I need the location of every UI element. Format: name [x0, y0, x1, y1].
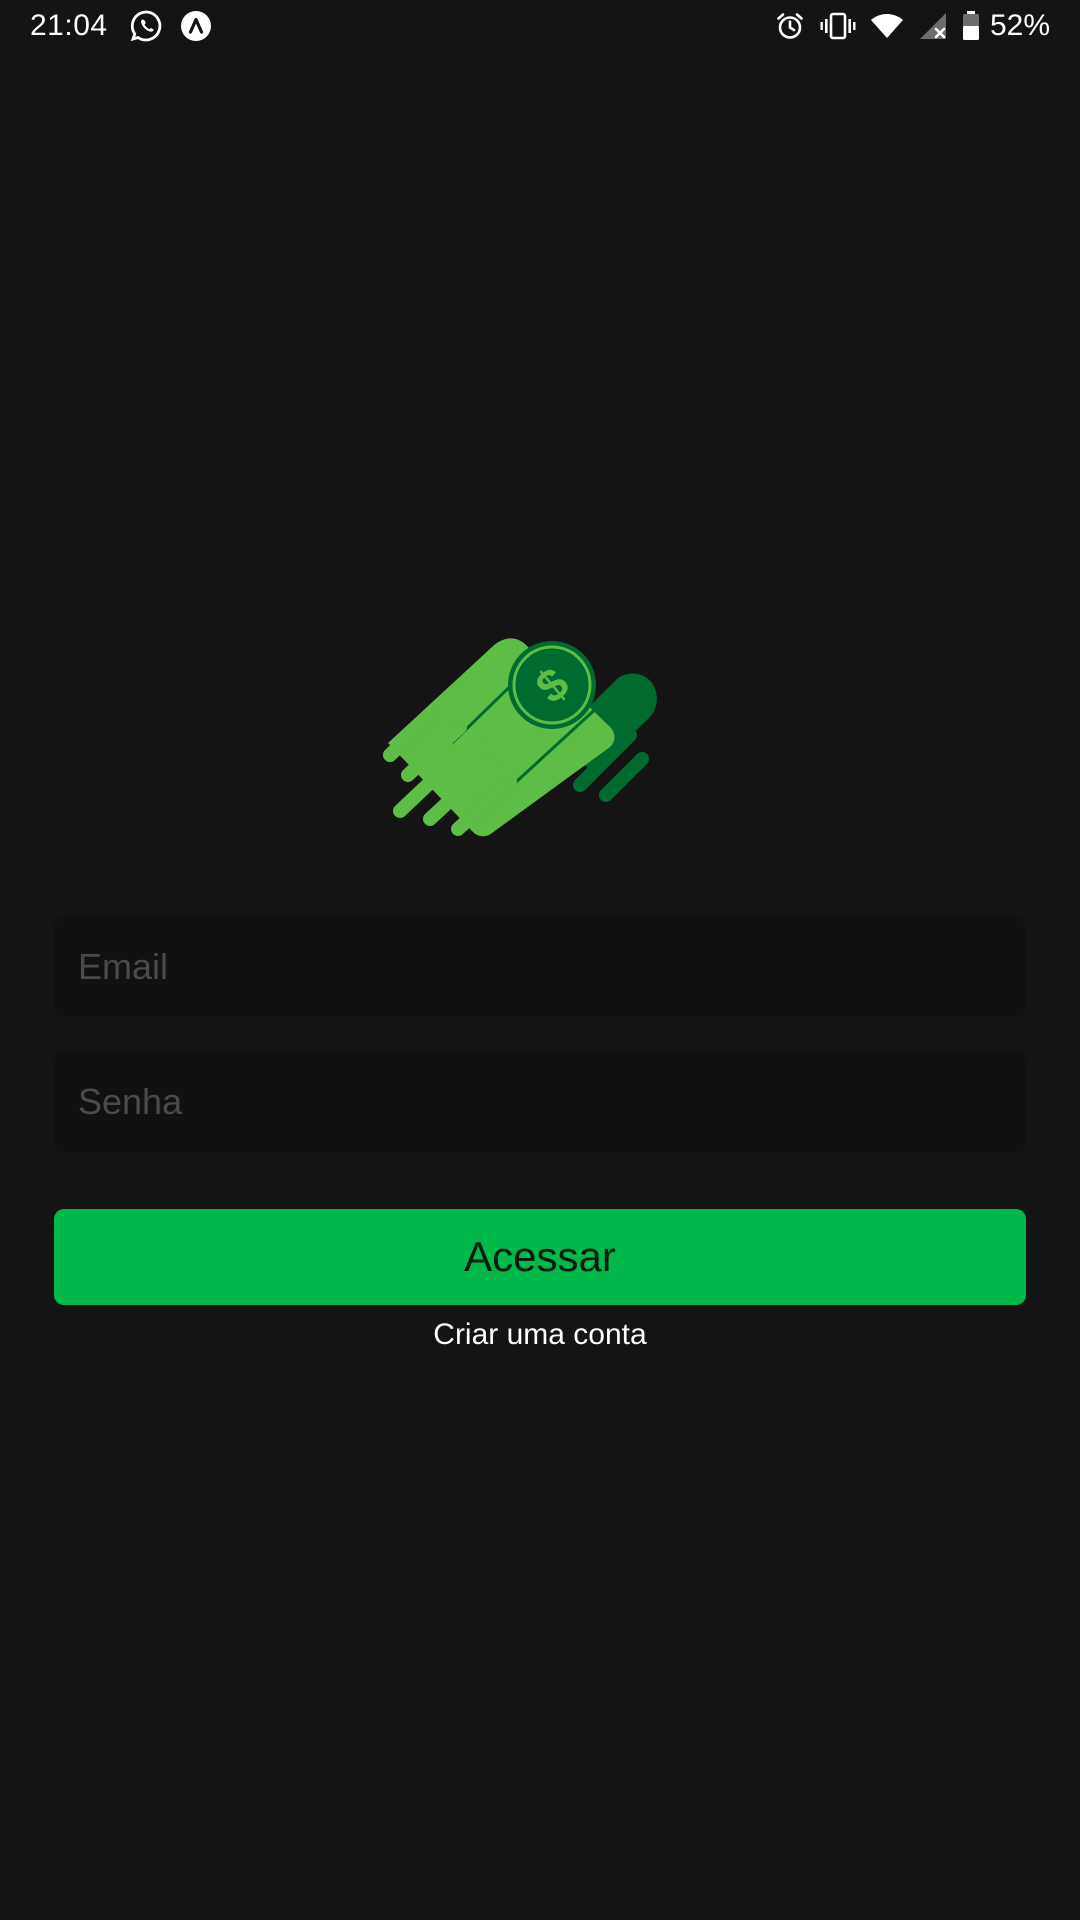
login-screen: 21:04 52% $ Email Acessar Criar uma cont…: [0, 0, 1080, 1920]
status-bar: 21:04 52%: [0, 0, 1080, 52]
flying-money-icon: $: [380, 585, 700, 845]
password-input[interactable]: [76, 1080, 1004, 1124]
password-field[interactable]: [54, 1052, 1026, 1152]
alarm-icon: [774, 10, 806, 42]
wifi-icon: [870, 12, 904, 40]
status-left: 21:04: [30, 9, 228, 43]
whatsapp-icon: [130, 9, 164, 43]
signal-no-service-icon: [918, 11, 948, 41]
email-field[interactable]: [54, 917, 1026, 1017]
create-account-link[interactable]: Criar uma conta: [0, 1318, 1080, 1352]
battery-percentage: 52%: [989, 9, 1050, 42]
status-time: 21:04: [30, 9, 108, 42]
email-input[interactable]: [76, 945, 1004, 989]
status-right: 52%: [760, 9, 1050, 43]
app-notification-icon: [180, 10, 212, 42]
login-button[interactable]: Acessar: [54, 1209, 1026, 1305]
vibrate-icon: [820, 10, 856, 42]
battery-icon: [962, 11, 980, 41]
